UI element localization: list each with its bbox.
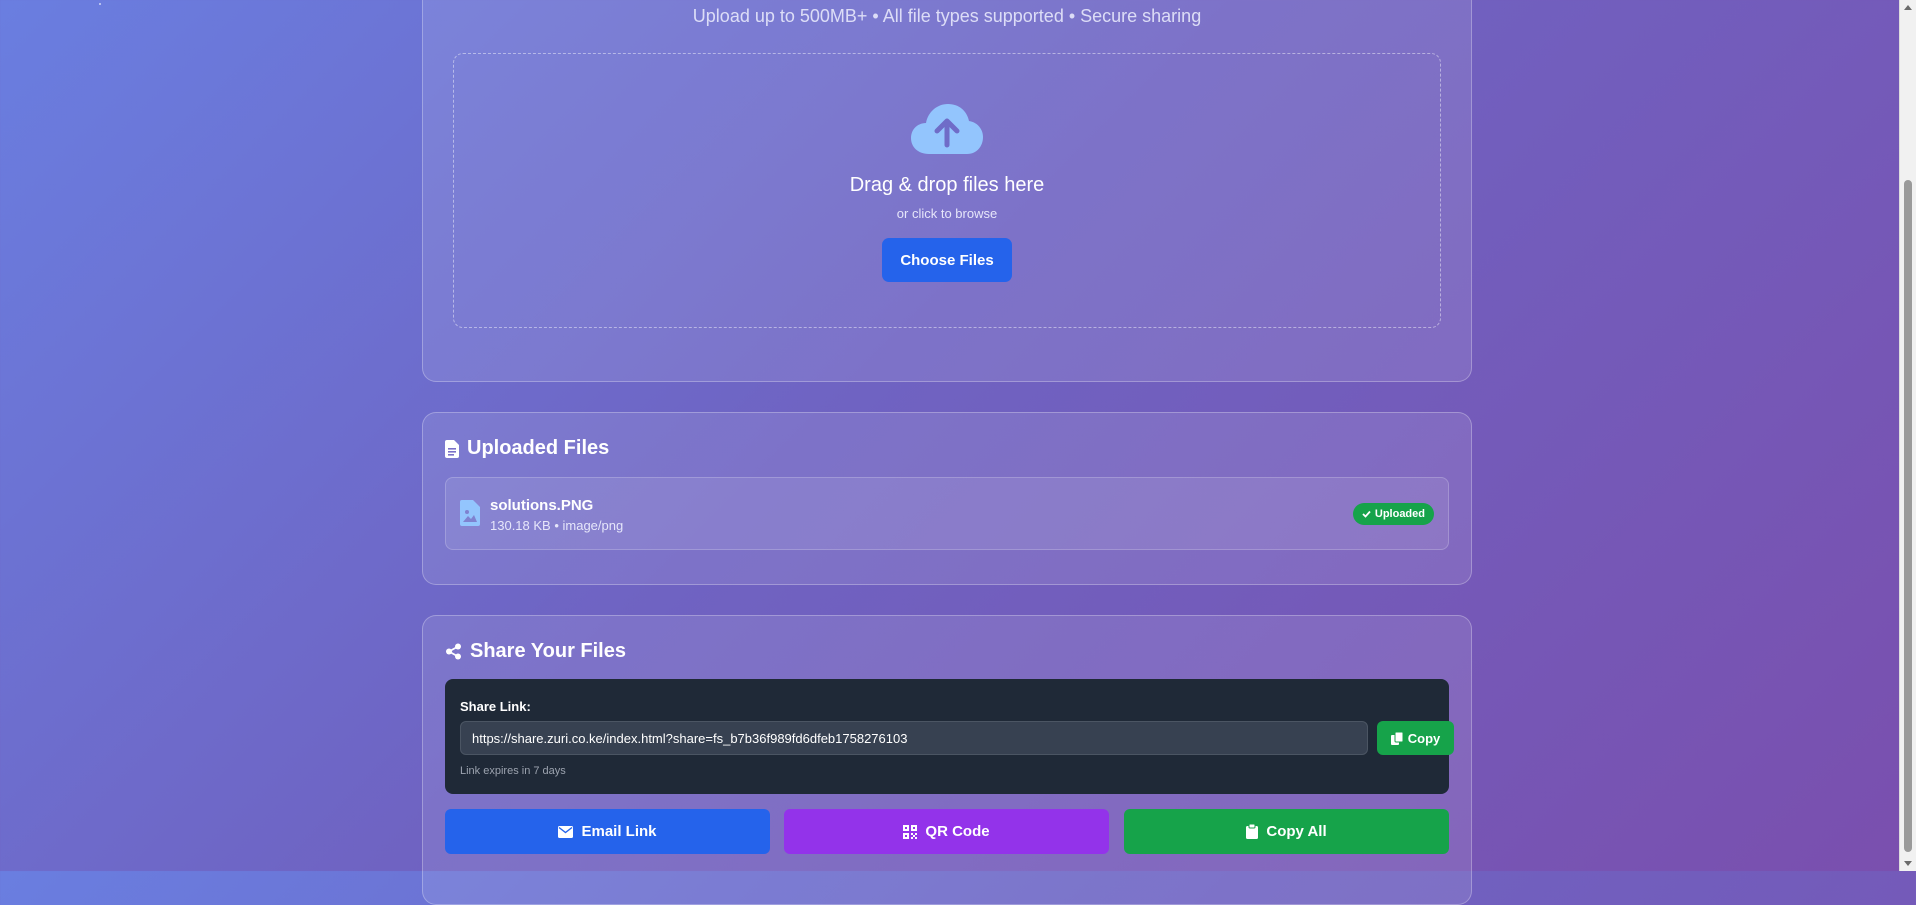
share-card: Share Your Files Share Link: Copy Link e…	[422, 615, 1472, 905]
copy-link-button[interactable]: Copy	[1377, 721, 1454, 755]
share-link-panel: Share Link: Copy Link expires in 7 days	[445, 679, 1454, 794]
dropzone[interactable]: Drag & drop files here or click to brows…	[453, 53, 1441, 328]
qr-code-label: QR Code	[925, 823, 990, 840]
cloud-upload-icon	[911, 104, 983, 154]
image-file-icon	[460, 500, 480, 526]
copy-link-label: Copy	[1407, 730, 1441, 746]
uploaded-files-title: Uploaded Files	[467, 437, 610, 459]
copy-all-button[interactable]: Copy All	[1124, 809, 1449, 854]
choose-files-button[interactable]: Choose Files	[882, 238, 1012, 282]
scrollbar[interactable]	[1899, 0, 1916, 871]
file-name: solutions.PNG	[490, 497, 594, 514]
status-badge: Uploaded	[1352, 503, 1434, 525]
scroll-down-arrow-icon[interactable]	[1904, 861, 1912, 866]
copy-icon	[1390, 731, 1403, 745]
share-heading: Share Your Files	[445, 640, 626, 663]
dropzone-subtitle: or click to browse	[896, 206, 998, 221]
envelope-icon	[558, 825, 574, 838]
link-expiry-note: Link expires in 7 days	[460, 765, 566, 777]
clipboard-icon	[1246, 824, 1259, 839]
upload-card: Drag & drop files here or click to brows…	[422, 0, 1472, 382]
share-title: Share Your Files	[470, 640, 626, 662]
file-icon	[445, 439, 459, 458]
check-icon	[1362, 510, 1371, 518]
dropzone-title: Drag & drop files here	[849, 174, 1045, 196]
scrollbar-thumb[interactable]	[1904, 180, 1912, 852]
share-link-input[interactable]	[460, 721, 1368, 755]
qr-code-button[interactable]: QR Code	[784, 809, 1109, 854]
file-list-item: solutions.PNG 130.18 KB • image/png Uplo…	[445, 477, 1449, 550]
file-meta: 130.18 KB • image/png	[490, 518, 624, 533]
uploaded-files-card: Uploaded Files solutions.PNG 130.18 KB •…	[422, 412, 1472, 585]
email-link-button[interactable]: Email Link	[445, 809, 770, 854]
copy-all-label: Copy All	[1266, 823, 1327, 840]
scroll-up-arrow-icon[interactable]	[1904, 5, 1912, 10]
status-label: Uploaded	[1374, 508, 1425, 520]
share-icon	[446, 643, 461, 660]
uploaded-files-heading: Uploaded Files	[445, 437, 609, 460]
qr-code-icon	[903, 824, 918, 839]
email-link-label: Email Link	[581, 823, 657, 840]
decorative-dot	[99, 3, 101, 5]
share-link-label: Share Link:	[460, 699, 531, 714]
